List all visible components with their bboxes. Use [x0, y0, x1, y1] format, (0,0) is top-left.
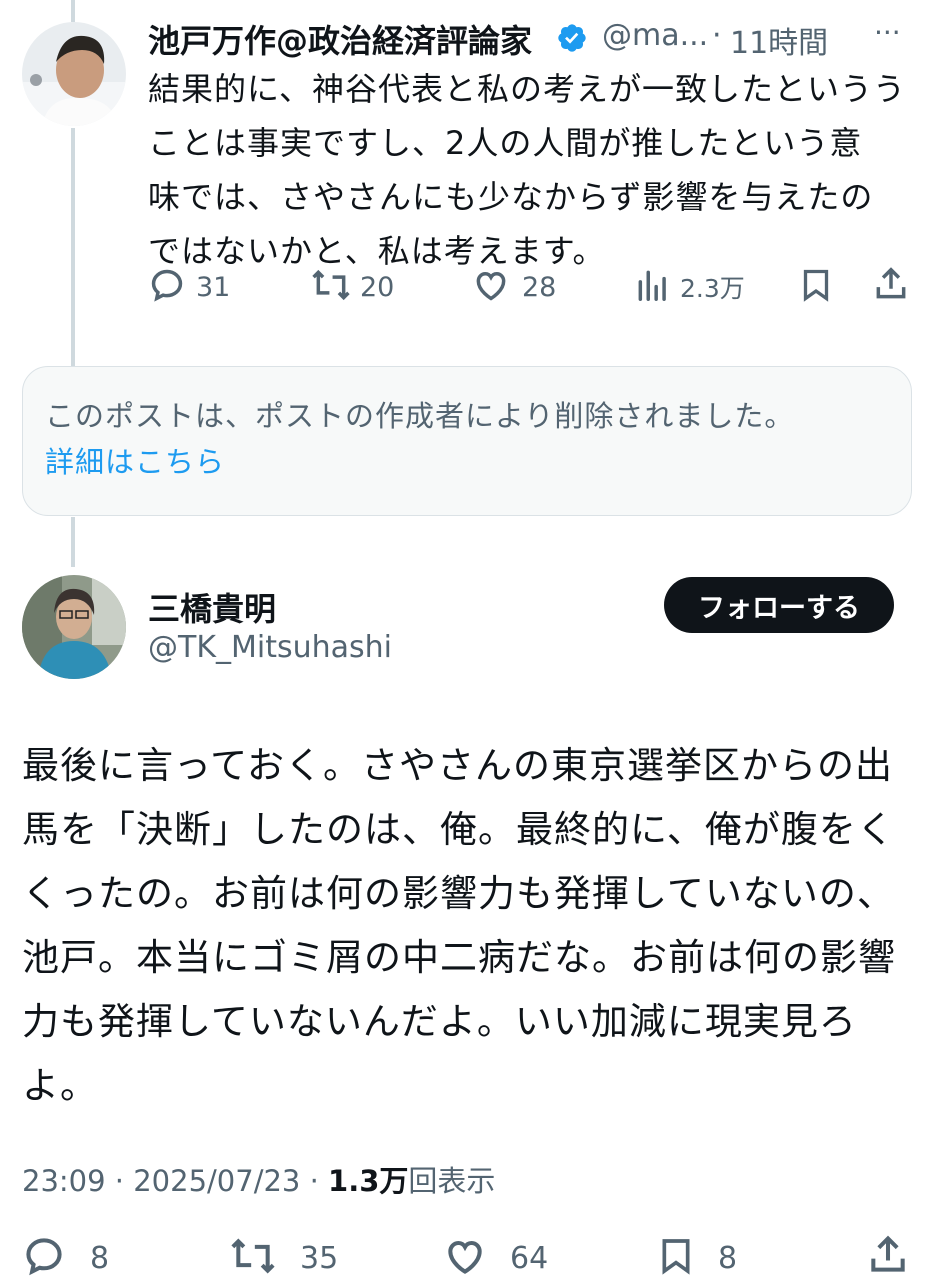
bookmark-count: 8 — [718, 1240, 738, 1276]
reply-icon — [22, 1234, 66, 1282]
verified-badge-icon — [556, 22, 588, 54]
bookmark-icon — [798, 266, 834, 308]
reply-author-name[interactable]: 池戸万作@政治経済評論家 — [148, 16, 532, 62]
repost-button[interactable]: 35 — [228, 1234, 338, 1282]
reply-text-line: 味では、さやさんにも少なからず影響を与えたの — [148, 178, 874, 216]
like-icon — [472, 266, 510, 308]
follow-button[interactable]: フォローする — [664, 577, 894, 633]
main-text-line: 池戸。本当にゴミ屑の中二病だな。お前は何の影響 — [22, 936, 896, 979]
deleted-post-text: このポストは、ポストの作成者により削除されました。 — [45, 399, 795, 433]
like-button[interactable]: 64 — [442, 1234, 548, 1282]
reply-icon — [148, 266, 186, 308]
share-icon — [866, 1232, 910, 1282]
post-views-count: 1.3万 — [328, 1164, 409, 1198]
reply-text-line: ことは事実ですし、2人の人間が推したという意 — [148, 124, 863, 162]
more-options-button[interactable]: ··· — [874, 16, 901, 49]
main-text-line: 最後に言っておく。さやさんの東京選挙区からの出 — [22, 744, 894, 787]
avatar[interactable] — [22, 22, 126, 126]
views-icon — [634, 266, 672, 308]
reply-button[interactable]: 31 — [148, 266, 230, 308]
avatar[interactable] — [22, 575, 126, 679]
bookmark-button[interactable]: 8 — [656, 1234, 737, 1282]
main-text-line: よ。 — [22, 1064, 98, 1107]
bookmark-icon — [656, 1234, 696, 1282]
like-count: 64 — [510, 1240, 549, 1276]
main-author-name[interactable]: 三橋貴明 — [148, 584, 276, 630]
reply-button[interactable]: 8 — [22, 1234, 109, 1282]
repost-icon — [228, 1234, 278, 1282]
main-text-line: くったの。お前は何の影響力も発揮していないの、 — [22, 872, 895, 915]
like-count: 28 — [522, 271, 557, 303]
repost-icon — [310, 266, 352, 308]
reply-time[interactable]: 11時間 — [730, 18, 828, 62]
post-meta: 23:09 · 2025/07/23 · 1.3万回表示 — [22, 1158, 495, 1200]
main-handle[interactable]: @TK_Mitsuhashi — [148, 630, 392, 665]
post-views-suffix: 回表示 — [408, 1164, 496, 1198]
repost-count: 35 — [300, 1240, 339, 1276]
like-icon — [442, 1234, 488, 1282]
reply-handle[interactable]: @ma... — [602, 18, 708, 53]
views-button[interactable]: 2.3万 — [634, 266, 745, 308]
share-button[interactable] — [872, 264, 910, 308]
bookmark-button[interactable] — [798, 266, 834, 308]
thread-line-bottom — [71, 517, 75, 567]
like-button[interactable]: 28 — [472, 266, 556, 308]
share-icon — [872, 264, 910, 308]
reply-count: 31 — [196, 271, 231, 303]
meta-dot: · — [309, 1164, 319, 1198]
main-text-line: 馬を「決断」したのは、俺。最終的に、俺が腹をく — [22, 808, 895, 851]
repost-count: 20 — [360, 271, 395, 303]
share-button[interactable] — [866, 1232, 910, 1282]
reply-text: 結果的に、神谷代表と私の考えが一致したというう ことは事実ですし、2人の人間が推… — [148, 62, 918, 278]
reply-separator: · — [712, 18, 722, 53]
deleted-post-notice: このポストは、ポストの作成者により削除されました。 詳細はこちら — [22, 366, 912, 516]
repost-button[interactable]: 20 — [310, 266, 394, 308]
thread-line-top — [71, 0, 75, 22]
post-time[interactable]: 23:09 — [22, 1164, 106, 1198]
main-text: 最後に言っておく。さやさんの東京選挙区からの出 馬を「決断」したのは、俺。最終的… — [22, 734, 922, 1118]
details-link[interactable]: 詳細はこちら — [45, 439, 225, 481]
main-text-line: 力も発揮していないんだよ。いい加減に現実見ろ — [22, 1000, 857, 1043]
reply-text-line: 結果的に、神谷代表と私の考えが一致したというう — [148, 70, 907, 108]
post-date[interactable]: 2025/07/23 — [133, 1164, 300, 1198]
reply-count: 8 — [90, 1240, 110, 1276]
views-count: 2.3万 — [680, 274, 745, 303]
meta-dot: · — [114, 1164, 125, 1198]
thread-line-mid — [71, 128, 75, 366]
